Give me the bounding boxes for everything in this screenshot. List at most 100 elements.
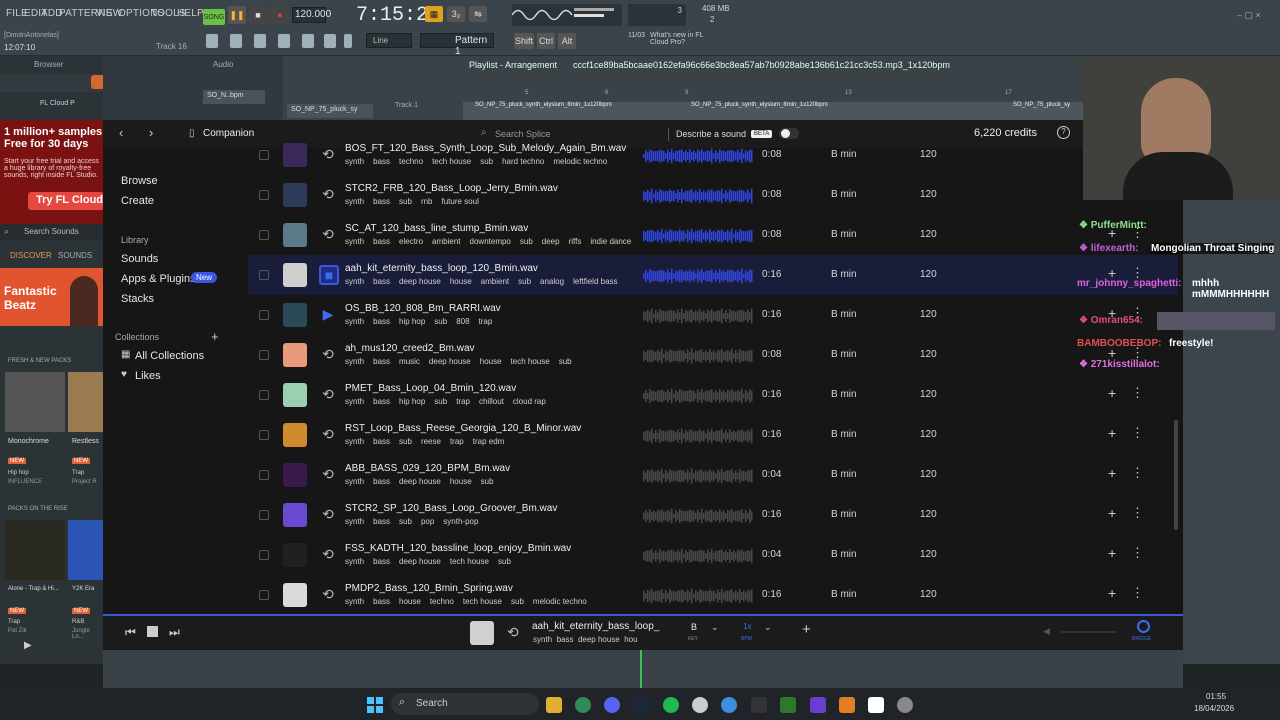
sample-tags[interactable]: synth bass sub rnb future soul: [345, 197, 635, 206]
tempo-display[interactable]: 120.000: [292, 7, 331, 23]
library-apps-plugins[interactable]: Apps & Plugins: [121, 273, 196, 285]
pack-thumbnail[interactable]: [283, 223, 307, 247]
pack-cover-3[interactable]: [5, 520, 65, 580]
row-checkbox[interactable]: [259, 510, 269, 520]
sample-tags[interactable]: synth bass sub pop synth-pop: [345, 517, 635, 526]
sample-name[interactable]: FSS_KADTH_120_bassline_loop_enjoy_Bmin.w…: [345, 543, 571, 554]
sample-name[interactable]: STCR2_SP_120_Bass_Loop_Groover_Bm.wav: [345, 503, 557, 514]
sample-name[interactable]: RST_Loop_Bass_Reese_Georgia_120_B_Minor.…: [345, 423, 581, 434]
channel-button-1[interactable]: SO_N..bpm: [203, 90, 265, 104]
terminal-icon[interactable]: [780, 697, 796, 713]
pack-thumbnail[interactable]: [283, 463, 307, 487]
sample-waveform[interactable]: [643, 467, 753, 485]
loop-icon[interactable]: ⟲: [319, 145, 337, 163]
sample-tags[interactable]: synth bass deep house tech house sub: [345, 557, 635, 566]
row-checkbox[interactable]: [259, 590, 269, 600]
sample-row[interactable]: ⟲ PMET_Bass_Loop_04_Bmin_120.wav synth ba…: [248, 375, 1178, 415]
sample-name[interactable]: SC_AT_120_bass_line_stump_Bmin.wav: [345, 223, 528, 234]
sample-waveform[interactable]: [643, 507, 753, 525]
sample-row[interactable]: ⟲ RST_Loop_Bass_Reese_Georgia_120_B_Mino…: [248, 415, 1178, 455]
clip-row[interactable]: SO_NP_75_pluck_synth_elysium_8min_1x120b…: [463, 102, 1083, 120]
sample-tags[interactable]: synth bass techno tech house sub hard techno m…: [345, 157, 635, 166]
shift-button[interactable]: Shift: [514, 33, 534, 49]
add-to-collection-icon[interactable]: +: [1108, 425, 1116, 441]
library-sounds[interactable]: Sounds: [121, 253, 158, 265]
discord-icon[interactable]: [604, 697, 620, 713]
sample-tags[interactable]: synth bass deep house house sub: [345, 477, 635, 486]
pause-button[interactable]: ❚❚: [228, 6, 246, 24]
sample-row[interactable]: ⟲ FSS_KADTH_120_bassline_loop_enjoy_Bmin…: [248, 535, 1178, 575]
sample-tags[interactable]: synth bass hip hop sub trap chillout cloud rap: [345, 397, 635, 406]
all-collections[interactable]: All Collections: [135, 350, 204, 362]
sample-waveform[interactable]: [643, 267, 753, 285]
sample-row[interactable]: ■ aah_kit_eternity_bass_loop_120_Bmin.wa…: [248, 255, 1178, 295]
sample-tags[interactable]: synth bass hip hop sub 808 trap: [345, 317, 635, 326]
steam-icon[interactable]: [633, 697, 649, 713]
tab-discover[interactable]: DISCOVER: [10, 251, 52, 260]
sample-name[interactable]: ah_mus120_creed2_Bm.wav: [345, 343, 475, 354]
row-checkbox[interactable]: [259, 150, 269, 160]
key-chevron-icon[interactable]: ⌄: [711, 622, 719, 633]
pack-cover-1[interactable]: [5, 372, 65, 432]
sample-waveform[interactable]: [643, 227, 753, 245]
fl-cloud-label[interactable]: FL Cloud P: [40, 100, 75, 107]
sample-name[interactable]: aah_kit_eternity_bass_loop_120_Bmin.wav: [345, 263, 538, 274]
row-checkbox[interactable]: [259, 270, 269, 280]
sample-tags[interactable]: synth bass house techno tech house sub melodic…: [345, 597, 635, 606]
tab-sounds[interactable]: SOUNDS: [58, 251, 92, 260]
bridge-icon[interactable]: [1137, 620, 1150, 633]
spotify-icon[interactable]: [663, 697, 679, 713]
sample-name[interactable]: ABB_BASS_029_120_BPM_Bm.wav: [345, 463, 510, 474]
player-add-icon[interactable]: +: [802, 621, 811, 638]
sample-row[interactable]: ⟲ STCR2_SP_120_Bass_Loop_Groover_Bm.wav …: [248, 495, 1178, 535]
sample-waveform[interactable]: [643, 547, 753, 565]
stop-icon[interactable]: [147, 626, 158, 637]
companion-tab[interactable]: Companion: [203, 128, 254, 139]
likes[interactable]: Likes: [135, 370, 161, 382]
loop-icon[interactable]: ⟲: [319, 425, 337, 443]
player-bpm[interactable]: 1x: [743, 622, 751, 631]
pattern-select[interactable]: Pattern 1: [420, 33, 494, 57]
next-icon[interactable]: ⏭: [169, 625, 180, 640]
stop-preview-icon[interactable]: ■: [319, 265, 339, 285]
pack-thumbnail[interactable]: [283, 583, 307, 607]
menu-help[interactable]: HELP: [177, 8, 204, 19]
start-icon[interactable]: [367, 697, 383, 713]
sample-name[interactable]: PMDP2_Bass_120_Bmin_Spring.wav: [345, 583, 513, 594]
row-checkbox[interactable]: [259, 470, 269, 480]
add-to-collection-icon[interactable]: +: [1108, 385, 1116, 401]
sample-waveform[interactable]: [643, 307, 753, 325]
chrome-icon[interactable]: [575, 697, 591, 713]
apps-grid-icon[interactable]: [810, 697, 826, 713]
loop-icon[interactable]: ⟲: [319, 545, 337, 563]
sample-row[interactable]: ▶ OS_BB_120_808_Bm_RARRI.wav synth bass hi…: [248, 295, 1178, 335]
row-checkbox[interactable]: [259, 430, 269, 440]
app-icon[interactable]: [751, 697, 767, 713]
song-mode-button[interactable]: SONG: [203, 9, 225, 25]
sample-row[interactable]: ⟲ ah_mus120_creed2_Bm.wav synth bass music…: [248, 335, 1178, 375]
sample-waveform[interactable]: [643, 147, 753, 165]
sample-tags[interactable]: synth bass music deep house house tech house s…: [345, 357, 635, 366]
nav-browse[interactable]: Browse: [121, 175, 158, 187]
sample-row[interactable]: ⟲ BOS_FT_120_Bass_Synth_Loop_Sub_Melody_…: [248, 135, 1178, 175]
more-options-icon[interactable]: ⋮: [1131, 545, 1144, 561]
back-icon[interactable]: ‹: [119, 125, 123, 140]
sample-row[interactable]: ⟲ PMDP2_Bass_120_Bmin_Spring.wav synth ba…: [248, 575, 1178, 615]
sample-waveform[interactable]: [643, 587, 753, 605]
sample-name[interactable]: PMET_Bass_Loop_04_Bmin_120.wav: [345, 383, 516, 394]
tool-buttons[interactable]: [204, 31, 354, 51]
file-explorer-icon[interactable]: [546, 697, 562, 713]
taskbar-time[interactable]: 01:55: [1206, 692, 1226, 701]
row-checkbox[interactable]: [259, 350, 269, 360]
taskbar-search[interactable]: ⌕ Search: [391, 693, 539, 715]
sample-tags[interactable]: synth bass sub reese trap trap edm: [345, 437, 635, 446]
pack-thumbnail[interactable]: [283, 423, 307, 447]
sample-name[interactable]: BOS_FT_120_Bass_Synth_Loop_Sub_Melody_Ag…: [345, 143, 626, 154]
forward-icon[interactable]: ›: [149, 125, 153, 140]
more-options-icon[interactable]: ⋮: [1131, 585, 1144, 601]
more-options-icon[interactable]: ⋮: [1131, 465, 1144, 481]
window-controls[interactable]: – ▢ ×: [1237, 10, 1277, 20]
news-text[interactable]: What's new in FL Cloud Pro?: [650, 32, 712, 46]
browser-toolbar[interactable]: [0, 74, 107, 92]
pack-thumbnail[interactable]: [283, 543, 307, 567]
